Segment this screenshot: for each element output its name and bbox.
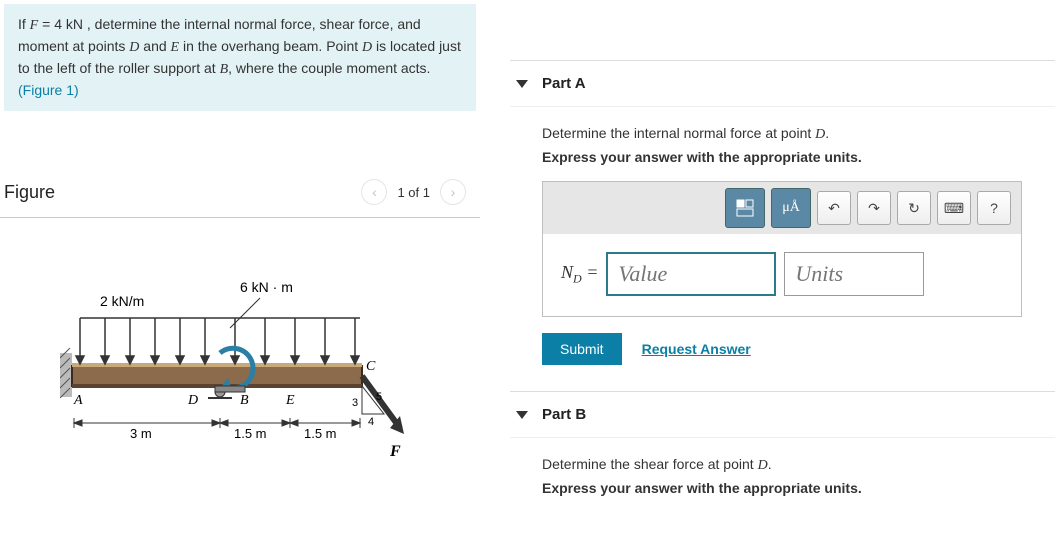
- text: D: [758, 458, 768, 473]
- figure-counter: 1 of 1: [397, 185, 430, 200]
- value-input[interactable]: [606, 252, 776, 296]
- tri-5: 5: [376, 391, 382, 403]
- units-input[interactable]: [784, 252, 924, 296]
- caret-down-icon: [516, 80, 528, 88]
- part-a-prompt: Determine the internal normal force at p…: [542, 125, 1055, 143]
- reset-button[interactable]: ↻: [897, 191, 931, 225]
- undo-icon: ↶: [828, 200, 840, 217]
- submit-button[interactable]: Submit: [542, 333, 622, 365]
- beam-diagram: 2 kN/m 6 kN · m C F 3 4 5 A: [60, 258, 420, 468]
- text: = 4 kN: [38, 16, 83, 32]
- point-d2: D: [362, 40, 372, 55]
- mu-icon: μÅ: [782, 200, 800, 216]
- reset-icon: ↻: [908, 200, 920, 217]
- figure-nav: ‹ 1 of 1 ›: [361, 179, 466, 205]
- label-e: E: [285, 393, 295, 408]
- answer-box: μÅ ↶ ↷ ↻ ⌨ ? ND =: [542, 181, 1022, 317]
- point-b: B: [220, 62, 229, 77]
- point-e: E: [171, 40, 180, 55]
- figure-prev-button[interactable]: ‹: [361, 179, 387, 205]
- dim-1p5m-2: 1.5 m: [304, 426, 337, 441]
- tri-3: 3: [352, 397, 358, 409]
- chevron-left-icon: ‹: [372, 184, 377, 200]
- text: D: [573, 271, 582, 285]
- text: D: [815, 127, 825, 142]
- force-var: F: [30, 18, 39, 33]
- figure-ref-link[interactable]: (Figure 1): [18, 82, 79, 98]
- right-panel: Part A Determine the internal normal for…: [510, 0, 1055, 496]
- answer-input-row: ND =: [543, 234, 1021, 296]
- left-panel: If F = 4 kN , determine the internal nor…: [0, 0, 480, 448]
- figure-title: Figure: [4, 182, 55, 203]
- part-b-subprompt: Express your answer with the appropriate…: [542, 480, 1055, 496]
- label-f: F: [389, 443, 401, 460]
- text: N: [561, 262, 573, 282]
- problem-statement: If F = 4 kN , determine the internal nor…: [4, 4, 476, 111]
- part-a-title: Part A: [542, 75, 586, 92]
- part-b-title: Part B: [542, 406, 586, 423]
- part-a-section: Part A Determine the internal normal for…: [510, 60, 1055, 365]
- text: in the overhang beam. Point: [179, 38, 362, 54]
- keyboard-button[interactable]: ⌨: [937, 191, 971, 225]
- figure-next-button[interactable]: ›: [440, 179, 466, 205]
- dim-3m: 3 m: [130, 426, 152, 441]
- text: and: [139, 38, 170, 54]
- text: .: [825, 125, 829, 141]
- undo-button[interactable]: ↶: [817, 191, 851, 225]
- label-b: B: [240, 393, 249, 408]
- part-b-section: Part B Determine the shear force at poin…: [510, 391, 1055, 496]
- text: Determine the internal normal force at p…: [542, 125, 815, 141]
- redo-icon: ↷: [868, 200, 880, 217]
- redo-button[interactable]: ↷: [857, 191, 891, 225]
- text: =: [582, 262, 599, 282]
- part-a-subprompt: Express your answer with the appropriate…: [542, 149, 1055, 165]
- caret-down-icon: [516, 411, 528, 419]
- part-b-prompt: Determine the shear force at point D.: [542, 456, 1055, 474]
- variable-label: ND =: [561, 262, 598, 287]
- tri-4: 4: [368, 416, 374, 428]
- moment-label: 6 kN · m: [240, 279, 293, 295]
- part-b-header[interactable]: Part B: [510, 391, 1055, 438]
- figure-header: Figure ‹ 1 of 1 ›: [0, 171, 480, 218]
- keyboard-icon: ⌨: [944, 200, 964, 217]
- part-a-header[interactable]: Part A: [510, 60, 1055, 107]
- help-icon: ?: [990, 200, 998, 216]
- special-chars-button[interactable]: μÅ: [771, 188, 811, 228]
- fraction-icon: [734, 197, 756, 219]
- dist-load-label: 2 kN/m: [100, 293, 144, 309]
- point-d: D: [129, 40, 139, 55]
- chevron-right-icon: ›: [451, 184, 456, 200]
- answer-toolbar: μÅ ↶ ↷ ↻ ⌨ ?: [543, 182, 1021, 234]
- help-button[interactable]: ?: [977, 191, 1011, 225]
- template-button[interactable]: [725, 188, 765, 228]
- submit-row: Submit Request Answer: [542, 333, 1055, 365]
- label-c: C: [366, 359, 376, 374]
- request-answer-link[interactable]: Request Answer: [642, 341, 751, 357]
- label-a: A: [73, 393, 83, 408]
- label-d: D: [187, 393, 198, 408]
- text: .: [768, 456, 772, 472]
- text: , where the couple moment acts.: [228, 60, 430, 76]
- text: Determine the shear force at point: [542, 456, 758, 472]
- figure-canvas: 2 kN/m 6 kN · m C F 3 4 5 A: [0, 218, 480, 448]
- dim-1p5m-1: 1.5 m: [234, 426, 267, 441]
- text: If: [18, 16, 30, 32]
